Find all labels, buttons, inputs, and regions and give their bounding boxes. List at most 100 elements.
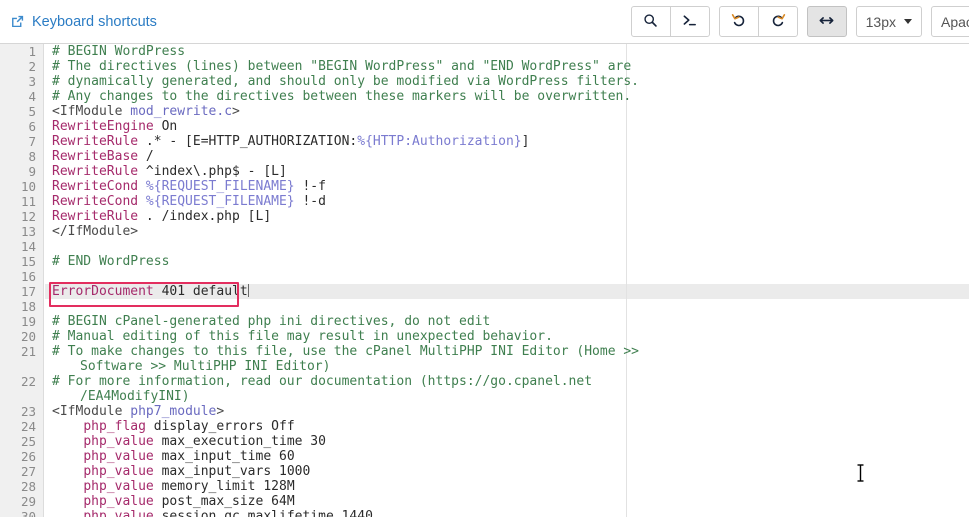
line-content: php_value memory_limit 128M (52, 479, 295, 494)
code-token: php_value (83, 509, 154, 517)
font-size-value: 13px (865, 13, 896, 30)
line-content: RewriteRule . /index.php [L] (52, 209, 271, 224)
code-line[interactable]: 12 RewriteRule . /index.php [L] (0, 209, 969, 224)
font-size-select[interactable]: 13px (855, 6, 922, 37)
code-token: > (232, 104, 240, 119)
code-line[interactable]: 9 RewriteRule ^index\.php$ - [L] (0, 164, 969, 179)
code-line[interactable]: 20 # Manual editing of this file may resu… (0, 329, 969, 344)
code-line[interactable]: 22 # For more information, read our docum… (0, 374, 969, 389)
code-token: !-f (294, 179, 326, 194)
code-token: On (153, 119, 178, 134)
code-token: .* - [E=HTTP_AUTHORIZATION: (138, 134, 358, 149)
line-content: php_value max_execution_time 30 (52, 434, 326, 449)
code-line[interactable]: 10 RewriteCond %{REQUEST_FILENAME} !-f (0, 179, 969, 194)
line-content: # To make changes to this file, use the … (52, 344, 639, 359)
code-token: php_value (83, 494, 154, 509)
line-content: # Any changes to the directives between … (52, 89, 631, 104)
code-line[interactable]: 19 # BEGIN cPanel-generated php ini direc… (0, 314, 969, 329)
code-line[interactable]: 2 # The directives (lines) between "BEGIN… (0, 59, 969, 74)
code-line[interactable]: 14 (0, 239, 969, 254)
line-content: # BEGIN cPanel-generated php ini directi… (52, 314, 490, 329)
word-wrap-toggle-button[interactable] (806, 6, 847, 37)
search-button[interactable] (630, 6, 671, 37)
code-line[interactable]: 16 (0, 269, 969, 284)
code-line[interactable]: 18 (0, 299, 969, 314)
code-token: / (138, 149, 154, 164)
line-content: </IfModule> (52, 224, 138, 239)
code-token: session.gc_maxlifetime 1440 (153, 509, 373, 517)
code-token: ^index\.php$ - [L] (138, 164, 287, 179)
code-line[interactable]: Software >> MultiPHP INI Editor) (0, 359, 969, 374)
code-line[interactable]: 13 </IfModule> (0, 224, 969, 239)
code-lines: 1 # BEGIN WordPress 2 # The directives (lin… (0, 44, 969, 517)
line-number: 2 (28, 59, 36, 74)
code-line[interactable]: 29 php_value post_max_size 64M (0, 494, 969, 509)
code-line[interactable]: 7 RewriteRule .* - [E=HTTP_AUTHORIZATION:… (0, 134, 969, 149)
code-token: /EA4ModifyINI) (80, 389, 190, 404)
code-line[interactable]: /EA4ModifyINI) (0, 389, 969, 404)
keyboard-shortcuts-label: Keyboard shortcuts (32, 13, 157, 30)
code-line[interactable]: 21 # To make changes to this file, use th… (0, 344, 969, 359)
line-number: 4 (28, 89, 36, 104)
code-token: %{REQUEST_FILENAME} (145, 179, 295, 194)
code-line[interactable]: 8 RewriteBase / (0, 149, 969, 164)
code-token: memory_limit 128M (153, 479, 295, 494)
undo-button[interactable] (718, 6, 759, 37)
code-line[interactable]: 28 php_value memory_limit 128M (0, 479, 969, 494)
code-token: # Any changes to the directives between … (52, 89, 632, 104)
line-number: 28 (20, 479, 36, 494)
code-line[interactable]: 3 # dynamically generated, and should onl… (0, 74, 969, 89)
code-line[interactable]: 27 php_value max_input_vars 1000 (0, 464, 969, 479)
code-line[interactable]: 5 <IfModule mod_rewrite.c> (0, 104, 969, 119)
code-token: <IfModule (52, 404, 131, 419)
redo-button[interactable] (757, 6, 798, 37)
code-token: ErrorDocument (52, 284, 154, 299)
code-token: # dynamically generated, and should only… (52, 74, 639, 89)
line-content: # Manual editing of this file may result… (52, 329, 553, 344)
line-content: # The directives (lines) between "BEGIN … (52, 59, 631, 74)
code-editor[interactable]: 1 # BEGIN WordPress 2 # The directives (lin… (0, 44, 969, 517)
code-token: # For more information, read our documen… (52, 374, 593, 389)
line-content: RewriteRule ^index\.php$ - [L] (52, 164, 287, 179)
line-content: php_value session.gc_maxlifetime 1440 (52, 509, 373, 517)
code-line[interactable]: 24 php_flag display_errors Off (0, 419, 969, 434)
line-number: 25 (20, 434, 36, 449)
code-line[interactable]: 30 php_value session.gc_maxlifetime 1440 (0, 509, 969, 517)
line-content: RewriteEngine On (52, 119, 177, 134)
code-token: mod_rewrite.c (130, 104, 233, 119)
command-palette-button[interactable] (669, 6, 710, 37)
line-content: RewriteRule .* - [E=HTTP_AUTHORIZATION:%… (52, 134, 529, 149)
code-line[interactable]: 15 # END WordPress (0, 254, 969, 269)
chevron-down-icon (904, 19, 912, 24)
code-token: php_value (83, 434, 154, 449)
code-line[interactable]: 17 ErrorDocument 401 default (0, 284, 969, 299)
line-number: 20 (20, 329, 36, 344)
line-number: 1 (28, 44, 36, 59)
code-line[interactable]: 6 RewriteEngine On (0, 119, 969, 134)
left-right-arrows-icon (818, 13, 835, 31)
line-number: 18 (20, 299, 36, 314)
syntax-mode-select[interactable]: Apach (931, 6, 969, 37)
line-content: <IfModule mod_rewrite.c> (52, 104, 240, 119)
redo-arrow-icon (770, 12, 786, 31)
keyboard-shortcuts-link[interactable]: Keyboard shortcuts (10, 14, 157, 30)
line-number: 29 (20, 494, 36, 509)
line-content: php_value max_input_time 60 (52, 449, 294, 464)
code-line[interactable]: 26 php_value max_input_time 60 (0, 449, 969, 464)
code-line[interactable]: 11 RewriteCond %{REQUEST_FILENAME} !-d (0, 194, 969, 209)
code-token: php_flag (83, 419, 146, 434)
code-line[interactable]: 1 # BEGIN WordPress (0, 44, 969, 59)
code-token: RewriteBase (52, 149, 139, 164)
code-line[interactable]: 23 <IfModule php7_module> (0, 404, 969, 419)
code-token: post_max_size 64M (153, 494, 295, 509)
code-token: RewriteCond (52, 194, 139, 209)
code-line[interactable]: 25 php_value max_execution_time 30 (0, 434, 969, 449)
code-token: !-d (294, 194, 326, 209)
line-number: 12 (20, 209, 36, 224)
code-line[interactable]: 4 # Any changes to the directives between… (0, 89, 969, 104)
